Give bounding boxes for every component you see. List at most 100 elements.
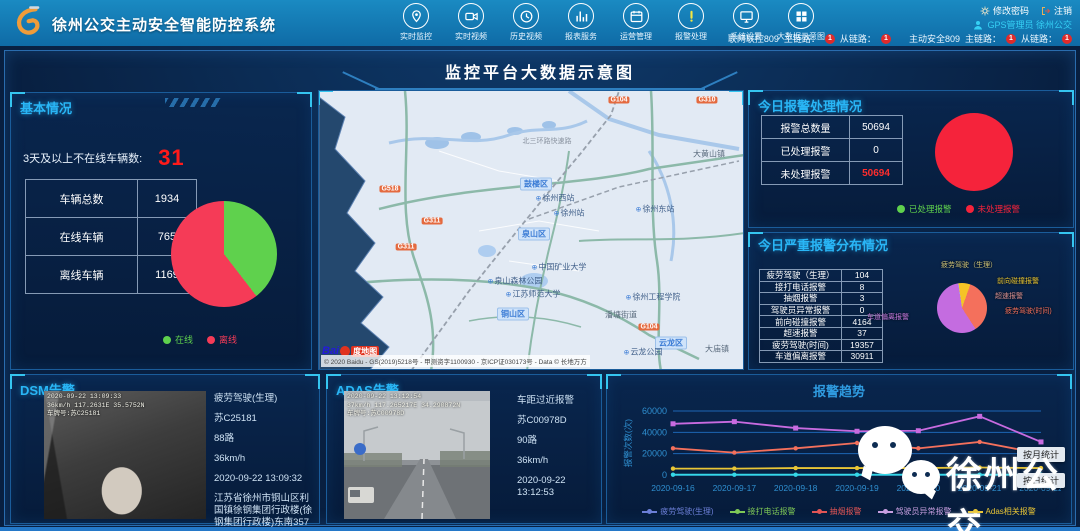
table-label-cell: 已处理报警 bbox=[762, 139, 850, 161]
trend-legend-item[interactable]: 抽烟报警 bbox=[812, 506, 862, 517]
page-title: 监控平台大数据示意图 bbox=[375, 56, 705, 90]
svg-text:40000: 40000 bbox=[642, 427, 667, 437]
panel-title: 今日报警处理情况 bbox=[758, 96, 862, 115]
nav-item-history-video[interactable]: 历史视频 bbox=[503, 3, 549, 42]
map-label-road-badge: G518 bbox=[379, 186, 400, 193]
adas-alert-details: 车距过近报警苏C00978D90路36km/h2020-09-22 13:12:… bbox=[517, 395, 601, 507]
alert-icon bbox=[678, 3, 704, 29]
nav-item-realtime-monitor[interactable]: 实时监控 bbox=[393, 3, 439, 42]
alert-detail-line: 苏C25181 bbox=[214, 413, 314, 425]
alert-detail-line: 2020-09-22 13:09:32 bbox=[214, 473, 314, 485]
map-label-road-note: 北三环路快速路 bbox=[523, 136, 572, 146]
pie-slice-label: 超速报警 bbox=[995, 291, 1023, 301]
map-label-road-badge: G104 bbox=[638, 324, 659, 331]
map-label-place: 大庙镇 bbox=[705, 344, 729, 355]
map-label-station: 云龙公园 bbox=[624, 347, 663, 358]
trend-legend-item[interactable]: 驾驶员异常报警 bbox=[878, 506, 952, 517]
legend-dot-icon bbox=[966, 205, 974, 213]
legend-item[interactable]: 在线 bbox=[163, 333, 193, 346]
user-icon bbox=[973, 20, 983, 30]
table-label-cell: 报警总数量 bbox=[762, 116, 850, 138]
logout-icon bbox=[1041, 6, 1051, 16]
link-status-badge: 1 bbox=[825, 34, 835, 44]
pie-slice-label: 疲劳驾驶（生理） bbox=[941, 260, 997, 270]
pie-slice-label: 前向碰撞报警 bbox=[997, 276, 1039, 286]
history-icon bbox=[513, 3, 539, 29]
trend-stat-button[interactable]: 按月统计 bbox=[1017, 447, 1065, 462]
today-alarm-panel: 今日报警处理情况 报警总数量50694已处理报警0未处理报警50694 已处理报… bbox=[748, 90, 1074, 228]
basic-status-panel: 基本情况 3天及以上不在线车辆数: 31 车辆总数1934在线车辆765离线车辆… bbox=[10, 92, 312, 370]
table-value-cell: 0 bbox=[850, 139, 902, 161]
severe-alarm-pie bbox=[937, 283, 987, 333]
adas-alert-photo: 2020-09-22 13:12:5437km/h 117.265217E 34… bbox=[344, 391, 490, 519]
table-value-cell: 104 bbox=[842, 270, 882, 281]
link-status-badge: 1 bbox=[1006, 34, 1016, 44]
table-value-cell: 50694 bbox=[850, 116, 902, 138]
table-value-cell: 37 bbox=[842, 328, 882, 339]
table-label-cell: 超速报警 bbox=[760, 328, 842, 339]
change-password-button[interactable]: 修改密码 bbox=[980, 4, 1029, 17]
alarm-trend-panel: 报警趋势 报警次数(次) 02000040000600002020-09-162… bbox=[606, 374, 1072, 524]
map-label-station: 江苏师范大学 bbox=[506, 289, 561, 300]
adas-photo-overlay: 2020-09-22 13:12:5437km/h 117.265217E 34… bbox=[347, 393, 460, 419]
svg-text:2020-09-20: 2020-09-20 bbox=[897, 483, 941, 493]
vehicle-table: 车辆总数1934在线车辆765离线车辆1169 bbox=[25, 179, 197, 294]
dsm-photo-overlay: 2020-09-22 13:09:3336km/h 117.2631E 35.5… bbox=[47, 393, 145, 419]
panel-decoration bbox=[165, 98, 221, 107]
table-row: 接打电话报警8 bbox=[760, 282, 882, 294]
alert-detail-line: 江苏省徐州市铜山区利国镇徐钢集团行政楼(徐钢集团行政楼)东南357米 bbox=[214, 493, 314, 531]
trend-legend-item[interactable]: 接打电话报警 bbox=[730, 506, 796, 517]
trend-legend-item[interactable]: Adas相关报警 bbox=[968, 506, 1036, 517]
table-row: 超速报警37 bbox=[760, 328, 882, 340]
table-label-cell: 离线车辆 bbox=[26, 256, 138, 293]
trend-legend-label: Adas相关报警 bbox=[986, 506, 1036, 517]
legend-item[interactable]: 离线 bbox=[207, 333, 237, 346]
gear-icon bbox=[980, 6, 990, 16]
map-label-station: 中国矿业大学 bbox=[532, 262, 587, 273]
legend-item[interactable]: 未处理报警 bbox=[966, 203, 1021, 215]
nav-item-report-service[interactable]: 报表服务 bbox=[558, 3, 604, 42]
map-label-road-badge: G310 bbox=[696, 97, 717, 104]
alert-detail-line: 36km/h bbox=[517, 455, 601, 467]
trend-stat-button[interactable]: 按日统计 bbox=[1017, 473, 1065, 488]
alert-detail-line: 90路 bbox=[517, 435, 601, 447]
legend-label: 在线 bbox=[175, 333, 193, 346]
logout-button[interactable]: 注销 bbox=[1041, 4, 1072, 17]
photo-osd-line: 36km/h 117.2631E 35.5752N bbox=[47, 402, 145, 411]
vehicle-pie-chart bbox=[171, 201, 277, 307]
svg-text:2020-09-16: 2020-09-16 bbox=[651, 483, 695, 493]
nav-item-label: 报警处理 bbox=[675, 31, 707, 42]
table-value-cell: 8 bbox=[842, 282, 882, 293]
map-canvas[interactable]: 鼓楼区泉山区铜山区云龙区徐州西站徐州站徐州东站云龙公园中国矿业大学泉山森林公园江… bbox=[318, 90, 744, 370]
link-status-badge: 1 bbox=[1062, 34, 1072, 44]
table-value-cell: 1934 bbox=[138, 180, 196, 217]
current-user[interactable]: GPS管理员 徐州公交 bbox=[973, 18, 1072, 31]
svg-text:60000: 60000 bbox=[642, 406, 667, 416]
trend-legend-label: 疲劳驾驶(生理) bbox=[660, 506, 713, 517]
alarm-trend-chart: 02000040000600002020-09-162020-09-172020… bbox=[621, 401, 1061, 497]
table-label-cell: 车辆总数 bbox=[26, 180, 138, 217]
system-icon bbox=[733, 3, 759, 29]
pin-icon bbox=[403, 3, 429, 29]
nav-item-realtime-video[interactable]: 实时视频 bbox=[448, 3, 494, 42]
table-label-cell: 未处理报警 bbox=[762, 162, 850, 184]
grid-icon bbox=[788, 3, 814, 29]
svg-text:2020-09-19: 2020-09-19 bbox=[835, 483, 879, 493]
trend-legend-label: 抽烟报警 bbox=[830, 506, 862, 517]
svg-text:2020-09-21: 2020-09-21 bbox=[958, 483, 1002, 493]
legend-item[interactable]: 已处理报警 bbox=[897, 203, 952, 215]
nav-item-operation-mgmt[interactable]: 运营管理 bbox=[613, 3, 659, 42]
table-row: 离线车辆1169 bbox=[26, 256, 196, 293]
trend-legend-item[interactable]: 疲劳驾驶(生理) bbox=[642, 506, 713, 517]
nav-item-alarm-handle[interactable]: 报警处理 bbox=[668, 3, 714, 42]
table-label-cell: 抽烟报警 bbox=[760, 293, 842, 304]
table-row: 前向碰撞报警4164 bbox=[760, 316, 882, 328]
map-label-station: 泉山森林公园 bbox=[488, 276, 543, 287]
bottom-accent-bar bbox=[0, 527, 1080, 531]
alert-detail-line: 36km/h bbox=[214, 453, 314, 465]
table-row: 疲劳驾驶（生理）104 bbox=[760, 270, 882, 282]
nav-item-label: 运营管理 bbox=[620, 31, 652, 42]
alert-detail-line: 88路 bbox=[214, 433, 314, 445]
adas-alert-panel: ADAS告警 2020-09-22 13:12:5437km/h 117.265… bbox=[326, 374, 602, 524]
trend-legend: 疲劳驾驶(生理) 接打电话报警 抽烟报警 驾驶员异常报警 Adas相关报警 bbox=[607, 506, 1071, 517]
